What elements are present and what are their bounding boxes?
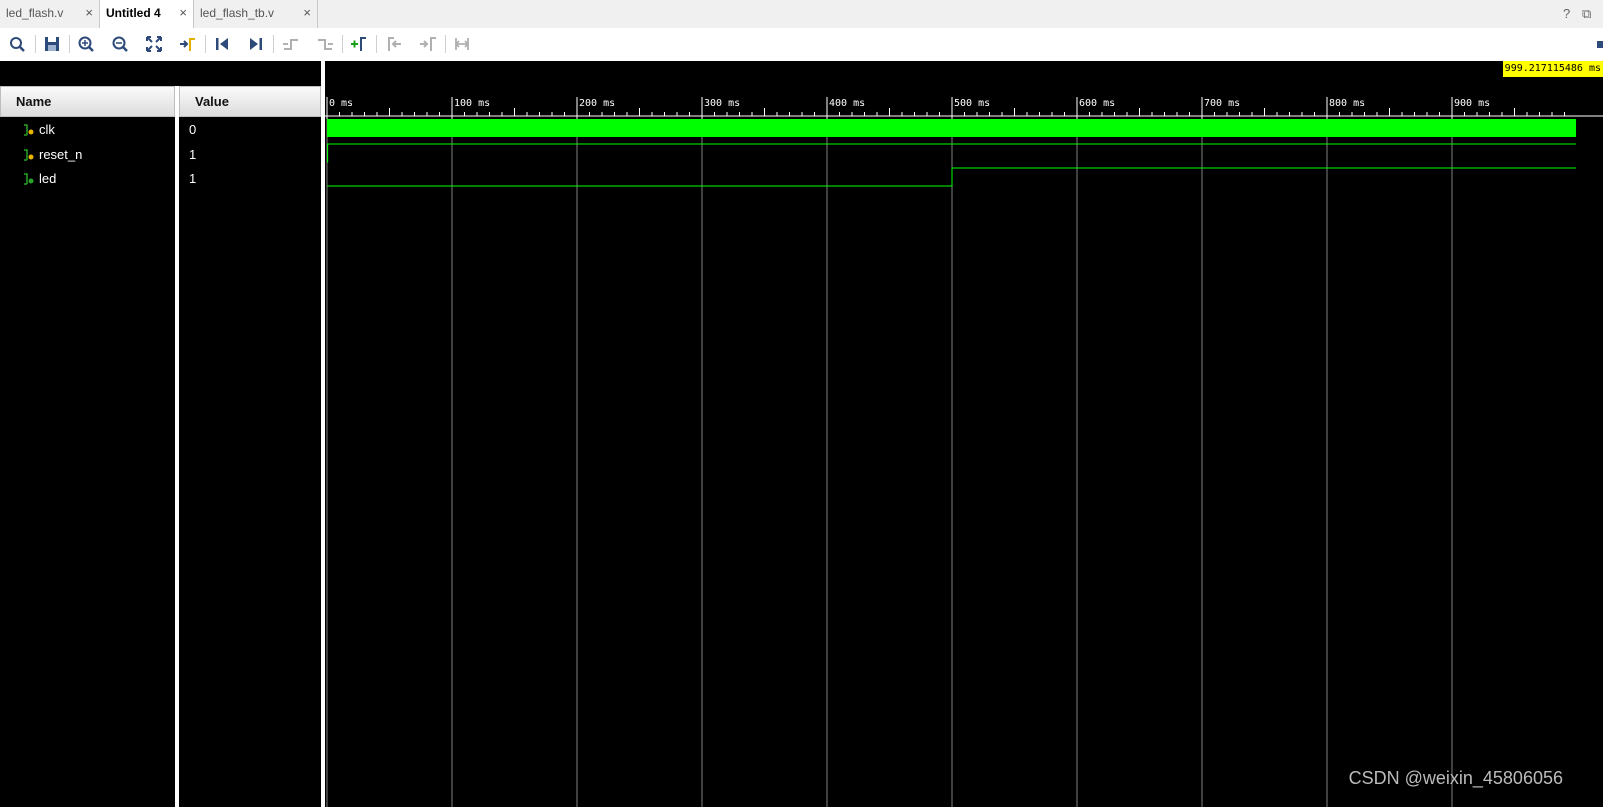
next-marker-icon[interactable]: [417, 33, 439, 55]
zoom-out-icon[interactable]: [109, 33, 131, 55]
value-column-header[interactable]: Value: [179, 86, 321, 117]
signal-row-clk[interactable]: clk: [0, 118, 175, 142]
name-pane: [0, 117, 175, 807]
pane-divider[interactable]: [175, 86, 179, 807]
cursor-time-label: 999.217115486 ms: [1502, 61, 1603, 77]
go-to-end-icon[interactable]: [245, 33, 267, 55]
restore-icon[interactable]: ⧉: [1582, 6, 1591, 22]
ruler-tick-label: 200 ms: [579, 98, 615, 109]
name-column-header[interactable]: Name: [0, 86, 175, 117]
value-header-label: Value: [195, 94, 229, 109]
zoom-fit-icon[interactable]: [143, 33, 165, 55]
wave-led: [327, 167, 1577, 187]
signal-icon: [24, 173, 34, 185]
add-marker-icon[interactable]: [348, 33, 370, 55]
signal-value-led: 1: [189, 171, 197, 186]
name-filter-strip: [0, 61, 321, 86]
ruler-tick-label: 900 ms: [1454, 98, 1490, 109]
tab-label: led_flash_tb.v: [200, 6, 275, 20]
signal-row-led[interactable]: led: [0, 167, 175, 191]
close-icon[interactable]: ×: [303, 0, 311, 26]
next-transition-icon[interactable]: [314, 33, 336, 55]
tab-bar: led_flash.v × Untitled 4 × led_flash_tb.…: [0, 0, 1603, 29]
tab-led-flash[interactable]: led_flash.v ×: [0, 0, 100, 28]
signal-icon: [24, 124, 34, 136]
ruler-tick-label: 700 ms: [1204, 98, 1240, 109]
ruler-tick-label: 600 ms: [1079, 98, 1115, 109]
signal-icon: [24, 149, 34, 161]
pin-icon[interactable]: [1593, 33, 1603, 55]
ruler-tick-label: 500 ms: [954, 98, 990, 109]
previous-transition-icon[interactable]: [280, 33, 302, 55]
swap-cursors-icon[interactable]: [451, 33, 473, 55]
close-icon[interactable]: ×: [179, 0, 187, 26]
close-icon[interactable]: ×: [85, 0, 93, 26]
watermark: CSDN @weixin_45806056: [1348, 768, 1563, 788]
signal-name: led: [39, 171, 57, 186]
value-pane: [179, 117, 321, 807]
go-to-start-icon[interactable]: [211, 33, 233, 55]
zoom-in-icon[interactable]: [75, 33, 97, 55]
ruler-tick-label: 800 ms: [1329, 98, 1365, 109]
ruler-tick-label: 0 ms: [329, 98, 353, 109]
search-icon[interactable]: [6, 33, 28, 55]
ruler-tick-label: 400 ms: [829, 98, 865, 109]
tab-label: led_flash.v: [6, 6, 64, 20]
save-icon[interactable]: [41, 33, 63, 55]
tab-untitled-4[interactable]: Untitled 4 ×: [100, 0, 194, 29]
signal-value-clk: 0: [189, 122, 197, 137]
tab-label: Untitled 4: [106, 6, 161, 20]
tab-led-flash-tb[interactable]: led_flash_tb.v ×: [194, 0, 318, 28]
waveform-canvas[interactable]: 0 ms 100 ms 200 ms 300 ms 400 ms 500 ms 600 ms…: [325, 61, 1603, 807]
previous-marker-icon[interactable]: [383, 33, 405, 55]
ruler-tick-label: 300 ms: [704, 98, 740, 109]
waveform-toolbar: [0, 28, 1603, 61]
signal-name: reset_n: [39, 147, 83, 162]
help-icon[interactable]: ?: [1563, 6, 1570, 21]
go-to-cursor-icon[interactable]: [177, 33, 199, 55]
name-header-label: Name: [16, 94, 52, 109]
wave-clk: [327, 119, 1577, 137]
signal-row-reset-n[interactable]: reset_n: [0, 143, 175, 167]
signal-value-reset-n: 1: [189, 147, 197, 162]
signal-name: clk: [39, 122, 55, 137]
ruler-tick-label: 100 ms: [454, 98, 490, 109]
waveform-area[interactable]: 0 ms 100 ms 200 ms 300 ms 400 ms 500 ms 600 ms…: [325, 61, 1603, 807]
